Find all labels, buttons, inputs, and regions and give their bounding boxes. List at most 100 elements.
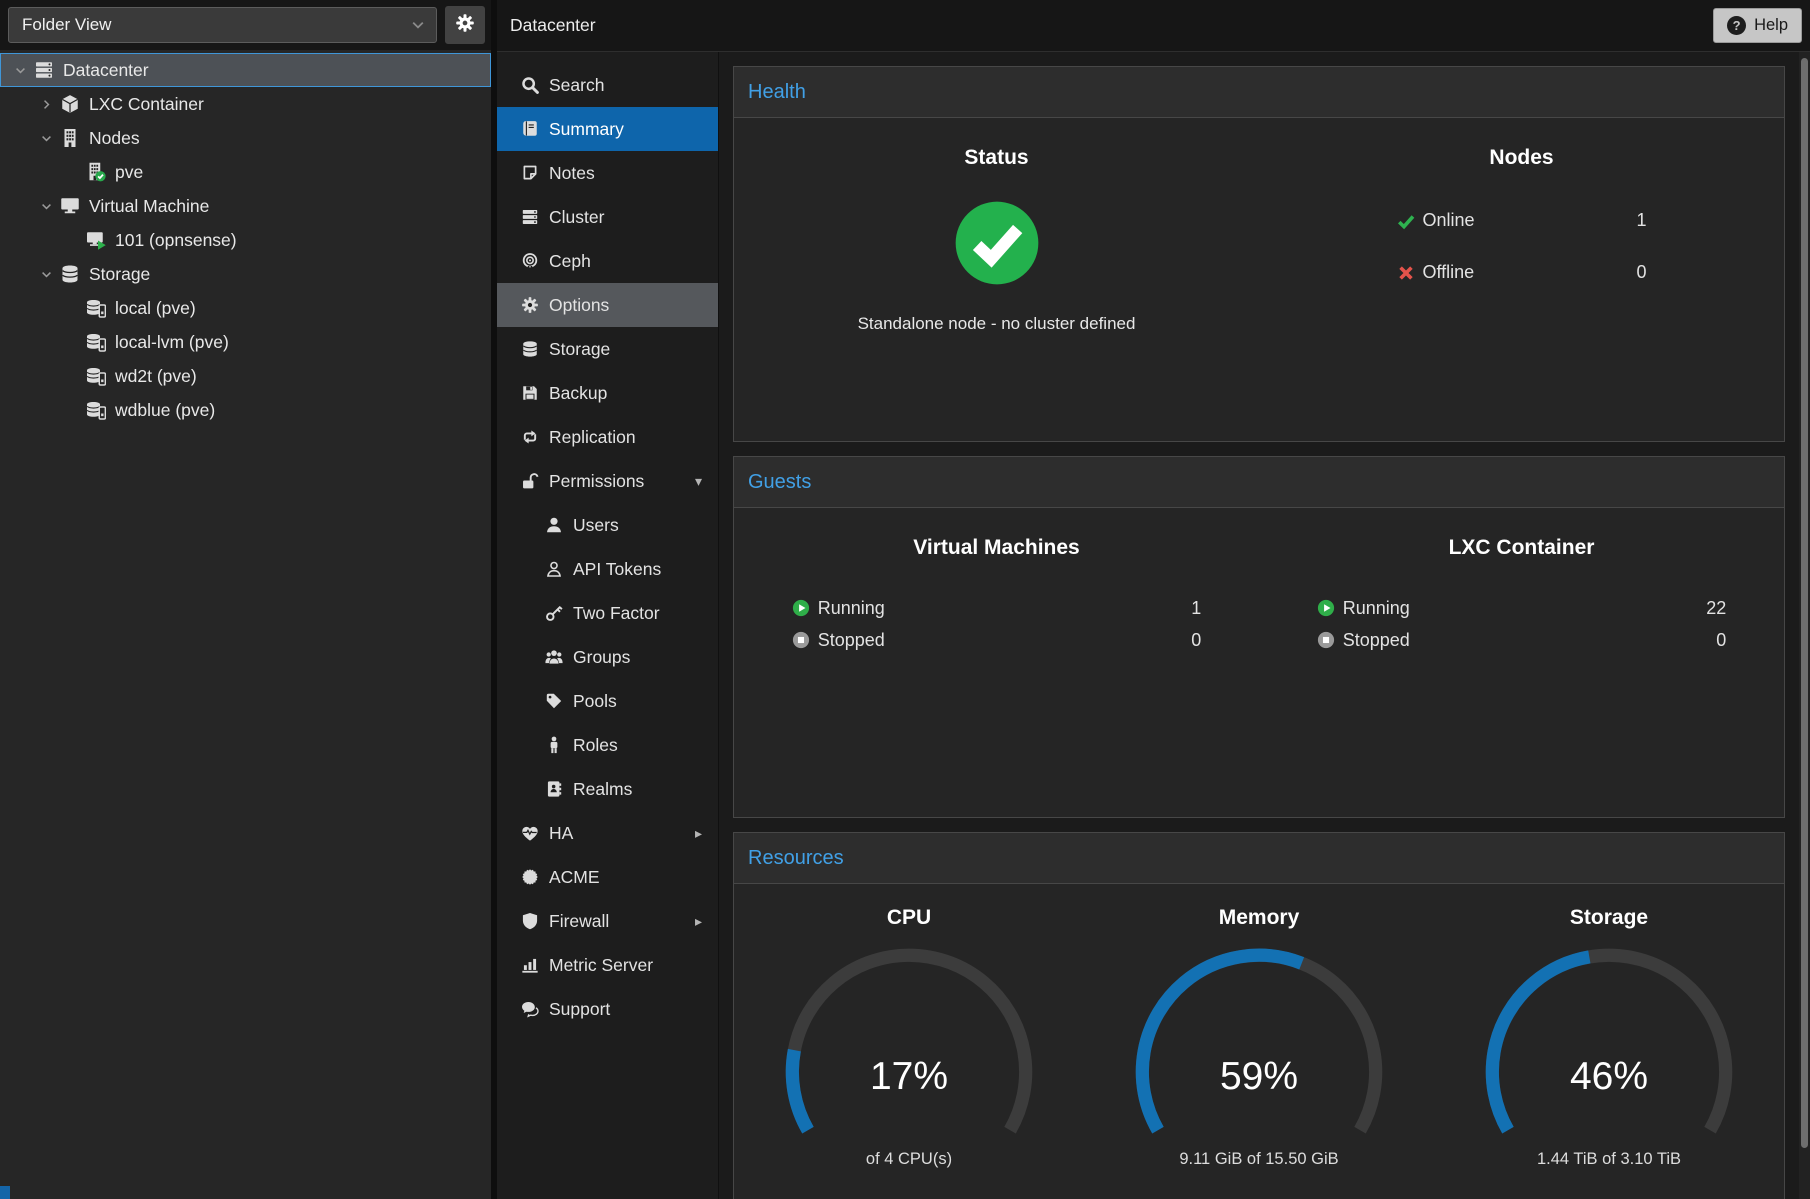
datacenter-menu: SearchSummary Notes Cluster Ceph Options Stor…	[497, 52, 719, 1199]
menu-item-label: Ceph	[549, 251, 591, 272]
nodes-online-row: Online 1	[1397, 204, 1647, 237]
help-button[interactable]: ? Help	[1713, 8, 1802, 43]
menu-item-acme[interactable]: ACME	[497, 855, 718, 899]
menu-item-roles[interactable]: Roles	[497, 723, 718, 767]
memory-column: Memory 59% 9.11 GiB of 15.50 GiB	[1084, 884, 1434, 1169]
submenu-expanded-icon: ▾	[695, 473, 702, 490]
caret-down-icon[interactable]	[34, 198, 58, 215]
status-column: Status Standalone node - no cluster defi…	[734, 118, 1259, 441]
database-drive-icon	[84, 332, 108, 352]
menu-item-label: Storage	[549, 339, 610, 360]
menu-item-pools[interactable]: Pools	[497, 679, 718, 723]
memory-gauge: 59%	[1119, 944, 1399, 1150]
caret-down-icon[interactable]	[8, 62, 32, 79]
tree-item-local-lvm-pve[interactable]: local-lvm (pve)	[0, 325, 491, 359]
menu-item-options[interactable]: Options	[497, 283, 718, 327]
storage-percent: 46%	[1469, 1055, 1749, 1099]
address-book-icon	[541, 779, 567, 799]
resources-panel-title: Resources	[748, 847, 844, 870]
menu-item-label: Realms	[573, 779, 632, 800]
menu-item-backup[interactable]: Backup	[497, 371, 718, 415]
menu-item-two-factor[interactable]: Two Factor	[497, 591, 718, 635]
menu-item-label: Roles	[573, 735, 618, 756]
menu-item-label: Two Factor	[573, 603, 660, 624]
resource-tree: DatacenterLXC Container Nodes pveVirtual M…	[0, 50, 491, 1199]
right-region: Datacenter ? Help SearchSummary Notes Clus…	[497, 0, 1810, 1199]
tree-item-datacenter[interactable]: Datacenter	[0, 53, 491, 87]
menu-item-storage[interactable]: Storage	[497, 327, 718, 371]
online-label: Online	[1423, 210, 1475, 231]
tree-item-pve[interactable]: pve	[0, 155, 491, 189]
menu-item-api-tokens[interactable]: API Tokens	[497, 547, 718, 591]
cpu-gauge: 17%	[769, 944, 1049, 1150]
menu-item-ceph[interactable]: Ceph	[497, 239, 718, 283]
question-icon: ?	[1727, 16, 1746, 35]
tree-settings-button[interactable]	[445, 6, 485, 44]
tree-item-101-opnsense[interactable]: 101 (opnsense)	[0, 223, 491, 257]
scrollbar-thumb[interactable]	[1801, 58, 1808, 1148]
tree-item-label: Nodes	[89, 128, 140, 149]
menu-item-realms[interactable]: Realms	[497, 767, 718, 811]
tree-item-label: local-lvm (pve)	[115, 332, 229, 353]
tree-item-nodes[interactable]: Nodes	[0, 121, 491, 155]
menu-item-support[interactable]: Support	[497, 987, 718, 1031]
guests-panel-header: Guests	[734, 457, 1784, 508]
caret-right-icon[interactable]	[34, 96, 58, 113]
menu-item-search[interactable]: Search	[497, 63, 718, 107]
lxc-running-value: 22	[1706, 598, 1726, 619]
lxc-heading: LXC Container	[1259, 536, 1784, 560]
tree-item-storage[interactable]: Storage	[0, 257, 491, 291]
menu-item-metric-server[interactable]: Metric Server	[497, 943, 718, 987]
retweet-icon	[517, 427, 543, 447]
menu-item-permissions[interactable]: Permissions ▾	[497, 459, 718, 503]
menu-item-notes[interactable]: Notes	[497, 151, 718, 195]
tree-item-label: wdblue (pve)	[115, 400, 215, 421]
comments-icon	[517, 999, 543, 1019]
memory-percent: 59%	[1119, 1055, 1399, 1099]
key-icon	[541, 603, 567, 623]
nodes-offline-row: Offline 0	[1397, 256, 1647, 289]
vm-running-value: 1	[1191, 598, 1201, 619]
heartbeat-icon	[517, 823, 543, 843]
play-circle-icon	[792, 599, 810, 617]
menu-item-groups[interactable]: Groups	[497, 635, 718, 679]
ceph-icon	[517, 251, 543, 271]
virtual-machines-column: Virtual Machines Running 1 Stopped	[734, 508, 1259, 817]
menu-item-label: Cluster	[549, 207, 604, 228]
menu-item-users[interactable]: Users	[497, 503, 718, 547]
shield-icon	[517, 911, 543, 931]
building-icon	[58, 128, 82, 148]
content-scrollbar[interactable]	[1799, 52, 1810, 1199]
caret-down-icon[interactable]	[34, 130, 58, 147]
menu-item-replication[interactable]: Replication	[497, 415, 718, 459]
menu-item-label: Pools	[573, 691, 617, 712]
chart-icon	[517, 955, 543, 975]
menu-item-summary[interactable]: Summary	[497, 107, 718, 151]
online-value: 1	[1636, 210, 1646, 231]
tree-item-virtual-machine[interactable]: Virtual Machine	[0, 189, 491, 223]
database-icon	[517, 339, 543, 359]
users-icon	[541, 647, 567, 667]
menu-item-ha[interactable]: HA▸	[497, 811, 718, 855]
menu-item-label: Metric Server	[549, 955, 653, 976]
resource-tree-panel: Folder View DatacenterLXC Container Nodes…	[0, 0, 491, 1199]
menu-item-label: Permissions	[549, 471, 644, 492]
monitor-icon	[58, 196, 82, 216]
tree-item-lxc-container[interactable]: LXC Container	[0, 87, 491, 121]
lxc-stopped-value: 0	[1716, 630, 1726, 651]
vm-stopped-value: 0	[1191, 630, 1201, 651]
menu-item-label: ACME	[549, 867, 600, 888]
tree-item-local-pve[interactable]: local (pve)	[0, 291, 491, 325]
tree-item-wdblue-pve[interactable]: wdblue (pve)	[0, 393, 491, 427]
topbar: Datacenter ? Help	[497, 0, 1810, 52]
status-heading: Status	[734, 146, 1259, 170]
tree-item-wd2t-pve[interactable]: wd2t (pve)	[0, 359, 491, 393]
menu-item-cluster[interactable]: Cluster	[497, 195, 718, 239]
menu-item-firewall[interactable]: Firewall▸	[497, 899, 718, 943]
view-selector[interactable]: Folder View	[8, 7, 437, 43]
menu-item-label: Notes	[549, 163, 595, 184]
menu-item-label: Users	[573, 515, 619, 536]
caret-down-icon[interactable]	[34, 266, 58, 283]
menu-item-label: Support	[549, 999, 610, 1020]
tree-item-label: Storage	[89, 264, 150, 285]
